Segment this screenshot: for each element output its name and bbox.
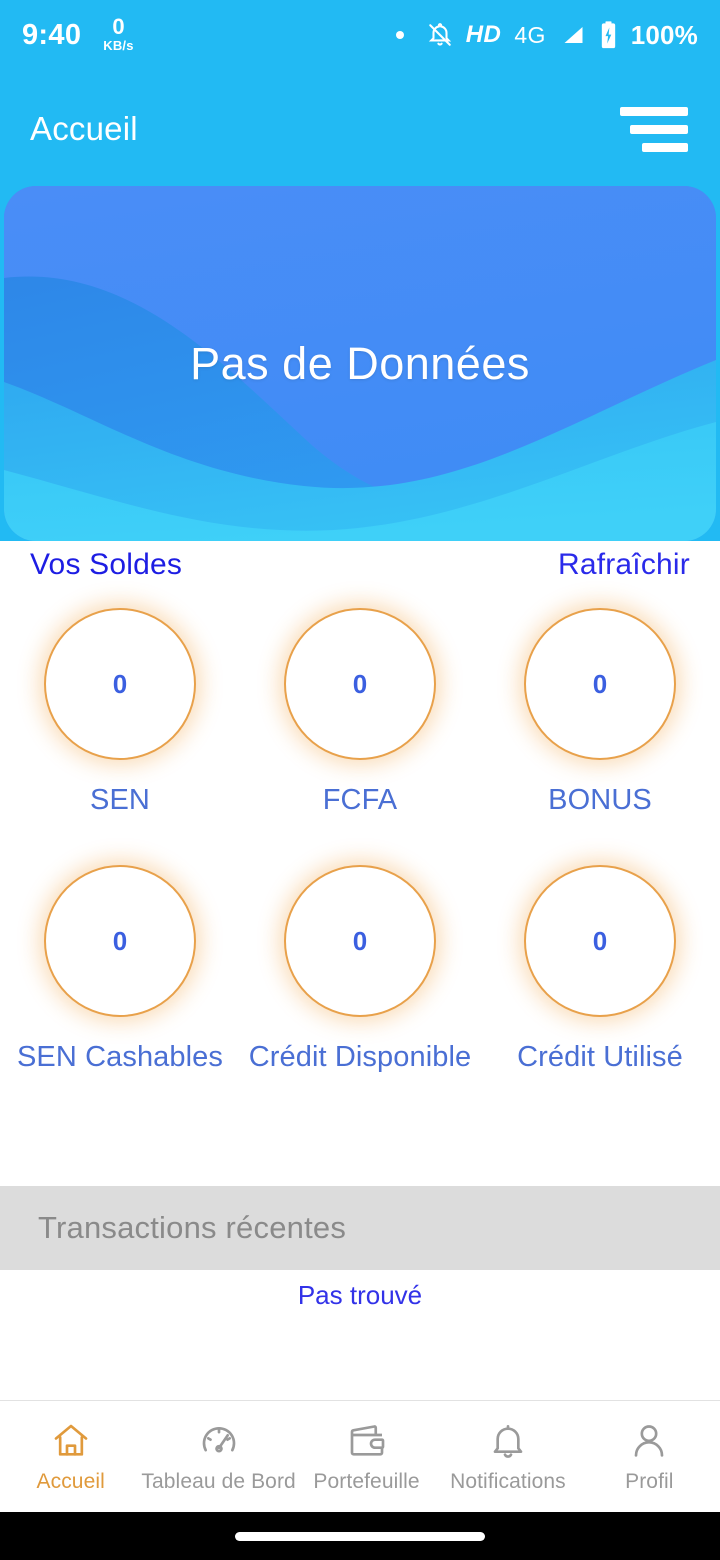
balance-label: BONUS: [548, 784, 652, 816]
hamburger-menu-icon[interactable]: [618, 101, 690, 158]
balance-label: Crédit Utilisé: [517, 1041, 683, 1073]
nav-label: Notifications: [450, 1469, 566, 1493]
balance-circle[interactable]: 0: [284, 865, 436, 1017]
balances-header: Vos Soldes Rafraîchir: [0, 548, 720, 582]
nav-label: Profil: [625, 1469, 674, 1493]
status-bar-left: 9:40 0 KB/s: [22, 14, 134, 53]
transactions-header-label: Transactions récentes: [38, 1210, 347, 1245]
hd-label: HD: [465, 21, 502, 48]
nav-item-profil[interactable]: Profil: [579, 1420, 720, 1494]
wallet-icon: [346, 1420, 388, 1462]
status-time: 9:40: [22, 18, 82, 51]
app-bar: Accueil: [0, 70, 720, 188]
balance-circle[interactable]: 0: [524, 608, 676, 760]
balance-label: SEN: [90, 784, 150, 816]
balance-value: 0: [352, 668, 368, 699]
transactions-header: Transactions récentes: [0, 1186, 720, 1270]
nav-label: Accueil: [36, 1469, 105, 1493]
refresh-button[interactable]: Rafraîchir: [558, 548, 690, 582]
balance-value: 0: [112, 925, 128, 956]
balance-item[interactable]: 0 FCFA: [240, 608, 480, 817]
balance-circle[interactable]: 0: [524, 865, 676, 1017]
balance-value: 0: [112, 668, 128, 699]
nav-item-tableau-de-bord[interactable]: Tableau de Bord: [141, 1420, 296, 1494]
person-icon: [628, 1420, 670, 1462]
balance-value: 0: [592, 668, 608, 699]
speedometer-icon: [198, 1420, 240, 1462]
status-bar: 9:40 0 KB/s HD 4G 100%: [0, 0, 720, 70]
app-root: 9:40 0 KB/s HD 4G 100% Accueil Pas de Do…: [0, 0, 720, 1560]
nav-label: Tableau de Bord: [141, 1469, 296, 1493]
promo-banner[interactable]: Pas de Données: [4, 186, 716, 541]
nav-item-accueil[interactable]: Accueil: [0, 1420, 141, 1494]
balances-row: 0 SEN 0 FCFA 0 BONUS: [0, 608, 720, 817]
nav-item-portefeuille[interactable]: Portefeuille: [296, 1420, 437, 1494]
home-indicator[interactable]: [235, 1531, 485, 1541]
battery-percent: 100%: [630, 19, 698, 50]
balance-item[interactable]: 0 SEN: [0, 608, 240, 817]
balance-label: FCFA: [322, 784, 398, 816]
balance-label: SEN Cashables: [16, 1041, 223, 1073]
balance-item[interactable]: 0 BONUS: [480, 608, 720, 817]
balance-item[interactable]: 0 SEN Cashables: [0, 865, 240, 1074]
nav-item-notifications[interactable]: Notifications: [437, 1420, 578, 1494]
status-bar-right: HD 4G 100%: [395, 19, 698, 51]
dot-icon: [395, 31, 404, 39]
balance-item[interactable]: 0 Crédit Disponible: [240, 865, 480, 1074]
balance-circle[interactable]: 0: [44, 608, 196, 760]
page-title: Accueil: [30, 110, 138, 147]
transactions-empty-state: Pas trouvé: [297, 1280, 423, 1310]
balance-value: 0: [352, 925, 368, 956]
signal-icon: [559, 23, 586, 47]
network-speed-value: 0: [112, 14, 125, 39]
balances-grid: 0 SEN 0 FCFA 0 BONUS 0 SEN Cashables 0 C…: [0, 608, 720, 1074]
network-speed-indicator: 0 KB/s: [103, 14, 134, 53]
balance-value: 0: [592, 925, 608, 956]
balances-row: 0 SEN Cashables 0 Crédit Disponible 0 Cr…: [0, 865, 720, 1074]
home-icon: [50, 1420, 92, 1462]
balance-label: Crédit Disponible: [248, 1041, 472, 1073]
network-type-label: 4G: [514, 21, 546, 48]
bottom-navigation: Accueil Tableau de Bord Portefeuille Not…: [0, 1400, 720, 1512]
banner-text: Pas de Données: [190, 337, 530, 389]
network-speed-unit: KB/s: [103, 38, 134, 53]
bell-icon: [487, 1420, 529, 1462]
system-navigation-bar: [0, 1512, 720, 1560]
balances-title: Vos Soldes: [30, 548, 183, 581]
nav-label: Portefeuille: [313, 1469, 420, 1493]
balance-item[interactable]: 0 Crédit Utilisé: [480, 865, 720, 1074]
balance-circle[interactable]: 0: [44, 865, 196, 1017]
balance-circle[interactable]: 0: [284, 608, 436, 760]
battery-charging-icon: [599, 21, 618, 49]
banner-container: Pas de Données: [0, 186, 720, 541]
bell-muted-icon: [427, 22, 453, 48]
